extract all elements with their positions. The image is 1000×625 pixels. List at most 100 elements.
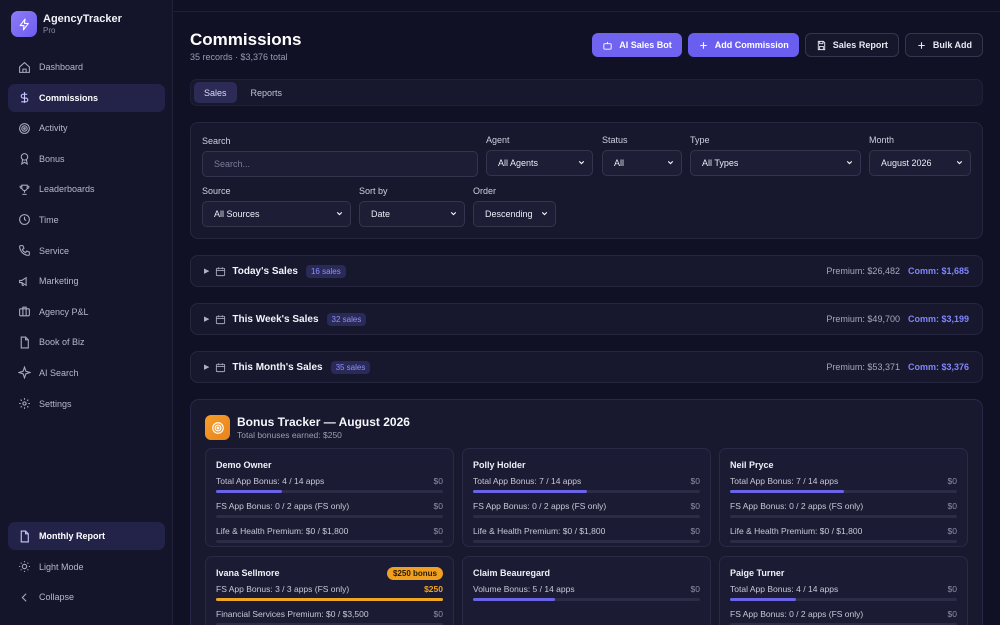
bonus-card[interactable]: Polly Holder Total App Bonus: 7 / 14 app… <box>462 448 711 547</box>
chevron-down-icon <box>666 158 675 169</box>
sidebar-item-label: Time <box>39 214 59 225</box>
bonus-row-label: FS App Bonus: 0 / 2 apps (FS only) <box>216 501 350 511</box>
sidebar: AgencyTracker Pro Dashboard Commissions … <box>0 0 173 625</box>
sidebar-item-agency-pl[interactable]: Agency P&L <box>8 298 165 326</box>
progress-bar <box>216 490 443 493</box>
file-icon <box>17 529 31 543</box>
bonus-row-value: $0 <box>690 476 700 486</box>
sidebar-item-service[interactable]: Service <box>8 237 165 265</box>
progress-fill <box>730 490 844 493</box>
caret-right-icon: ▶ <box>204 364 210 371</box>
sidebar-item-marketing[interactable]: Marketing <box>8 267 165 295</box>
sidebar-item-commissions[interactable]: Commissions <box>8 83 165 112</box>
sales-group-week[interactable]: ▶ This Week's Sales 32 sales Premium: $4… <box>190 303 983 335</box>
monthly-report-button[interactable]: Monthly Report <box>8 522 165 550</box>
bonus-card[interactable]: Ivana Sellmore $250 bonus FS App Bonus: 3… <box>205 556 454 625</box>
type-select[interactable]: All Types <box>690 150 861 176</box>
bonus-card[interactable]: Claim Beauregard Volume Bonus: 5 / 14 ap… <box>462 556 711 625</box>
sales-report-button[interactable]: Sales Report <box>804 33 899 57</box>
light-mode-toggle[interactable]: Light Mode <box>8 553 165 581</box>
bonus-row-label: Volume Bonus: 5 / 14 apps <box>473 584 575 594</box>
trophy-icon <box>17 182 31 196</box>
sidebar-item-ai-search[interactable]: AI Search <box>8 359 165 387</box>
sort-select-value: Date <box>371 209 391 219</box>
order-filter: Order Descending <box>473 186 556 227</box>
plus-icon <box>916 40 927 51</box>
calendar-icon <box>215 266 226 277</box>
sidebar-item-activity[interactable]: Activity <box>8 114 165 142</box>
header-actions: AI Sales Bot Add Commission Sales Report… <box>586 33 983 57</box>
search-input[interactable] <box>202 151 478 177</box>
sidebar-item-book-of-biz[interactable]: Book of Biz <box>8 328 165 356</box>
bulk-add-label: Bulk Add <box>932 40 972 50</box>
app-plan: Pro <box>43 25 56 35</box>
main-content: Commissions 35 records · $3,376 total AI… <box>174 0 1000 625</box>
group-commission: Comm: $3,199 <box>907 314 969 324</box>
progress-bar <box>216 598 443 601</box>
bonus-row-value: $0 <box>947 476 957 486</box>
agent-name: Neil Pryce <box>730 460 774 470</box>
progress-fill <box>473 490 587 493</box>
phone-icon <box>17 244 31 258</box>
sidebar-nav: Dashboard Commissions Activity Bonus Lea… <box>8 53 165 420</box>
brand[interactable]: AgencyTracker Pro <box>11 11 122 37</box>
sidebar-item-settings[interactable]: Settings <box>8 390 165 418</box>
sun-icon <box>17 560 31 574</box>
group-title: Today's Sales <box>232 265 298 277</box>
light-mode-label: Light Mode <box>39 561 84 572</box>
chevron-down-icon <box>335 209 344 220</box>
month-label: Month <box>869 135 895 145</box>
progress-bar <box>730 515 957 518</box>
order-select[interactable]: Descending <box>473 201 556 227</box>
bonus-row-value: $0 <box>433 526 443 536</box>
sidebar-item-dashboard[interactable]: Dashboard <box>8 53 165 81</box>
caret-right-icon: ▶ <box>204 268 210 275</box>
ai-sales-bot-button[interactable]: AI Sales Bot <box>592 33 682 57</box>
app-name: AgencyTracker <box>43 12 122 25</box>
gear-icon <box>17 397 31 411</box>
source-select[interactable]: All Sources <box>202 201 351 227</box>
bonus-row-value: $0 <box>433 609 443 619</box>
agent-select[interactable]: All Agents <box>486 150 593 176</box>
sidebar-item-label: Commissions <box>39 92 99 103</box>
status-select-value: All <box>614 158 625 168</box>
month-select[interactable]: August 2026 <box>869 150 971 176</box>
caret-right-icon: ▶ <box>204 316 210 323</box>
bulk-add-button[interactable]: Bulk Add <box>904 33 983 57</box>
tab-sales[interactable]: Sales <box>194 82 237 103</box>
bonus-row-label: FS App Bonus: 0 / 2 apps (FS only) <box>730 501 864 511</box>
bonus-row-label: FS App Bonus: 0 / 2 apps (FS only) <box>473 501 607 511</box>
top-divider <box>174 11 1000 12</box>
bonus-card[interactable]: Demo Owner Total App Bonus: 4 / 14 apps $… <box>205 448 454 547</box>
chevron-left-icon <box>17 590 31 604</box>
sort-select[interactable]: Date <box>359 201 465 227</box>
status-select[interactable]: All <box>602 150 682 176</box>
sales-group-month[interactable]: ▶ This Month's Sales 35 sales Premium: $… <box>190 351 983 383</box>
agent-label: Agent <box>486 135 510 145</box>
sidebar-item-label: Leaderboards <box>39 184 95 195</box>
bonus-row-value: $0 <box>690 501 700 511</box>
sidebar-item-time[interactable]: Time <box>8 206 165 234</box>
award-icon <box>17 152 31 166</box>
bonus-row-label: Financial Services Premium: $0 / $3,500 <box>216 609 369 619</box>
ai-sales-bot-label: AI Sales Bot <box>619 40 672 50</box>
sidebar-item-label: Activity <box>39 123 68 134</box>
progress-bar <box>473 540 700 543</box>
group-totals: Premium: $49,700 Comm: $3,199 <box>826 314 969 324</box>
bonus-row-value: $0 <box>947 501 957 511</box>
progress-bar <box>730 540 957 543</box>
source-select-value: All Sources <box>214 209 260 219</box>
tab-reports[interactable]: Reports <box>241 82 293 103</box>
group-commission: Comm: $3,376 <box>907 362 969 372</box>
sales-group-today[interactable]: ▶ Today's Sales 16 sales Premium: $26,48… <box>190 255 983 287</box>
sidebar-item-leaderboards[interactable]: Leaderboards <box>8 175 165 203</box>
group-premium: Premium: $26,482 <box>826 266 900 276</box>
bonus-card[interactable]: Paige Turner Total App Bonus: 4 / 14 app… <box>719 556 968 625</box>
add-commission-button[interactable]: Add Commission <box>687 33 799 57</box>
sidebar-item-bonus[interactable]: Bonus <box>8 145 165 173</box>
agent-select-value: All Agents <box>498 158 539 168</box>
bonus-card[interactable]: Neil Pryce Total App Bonus: 7 / 14 apps $… <box>719 448 968 547</box>
collapse-button[interactable]: Collapse <box>8 583 165 611</box>
bonus-earned-badge: $250 bonus <box>386 566 443 580</box>
page-title: Commissions <box>190 30 302 49</box>
